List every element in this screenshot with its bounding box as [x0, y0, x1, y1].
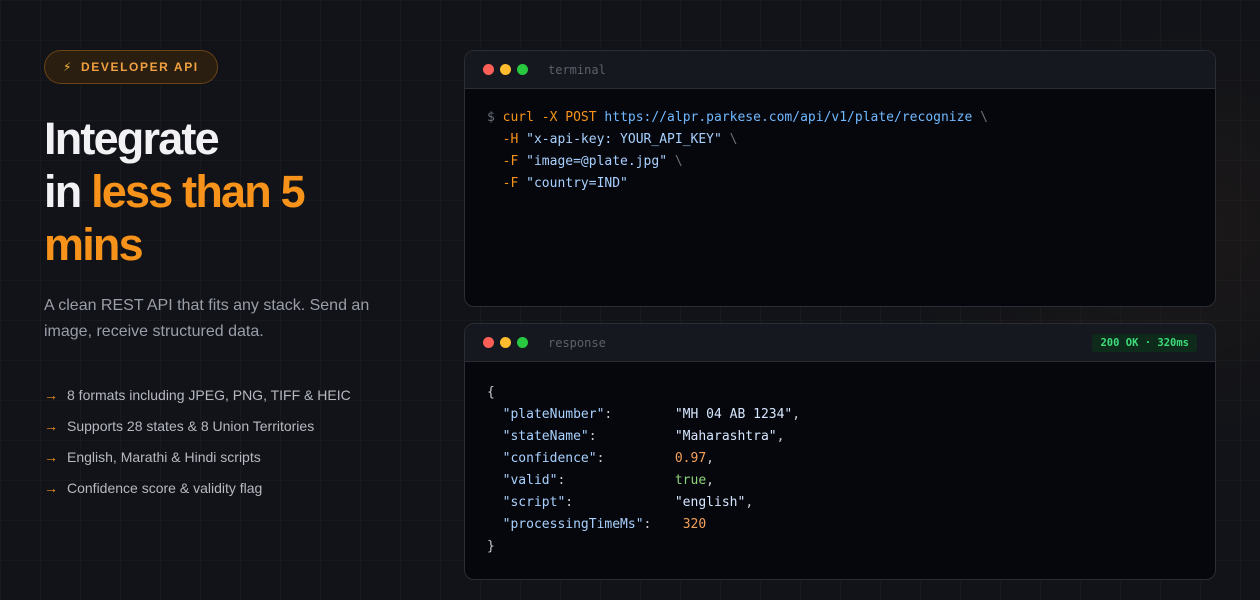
header-arg: "x-api-key: YOUR_API_KEY": [526, 132, 722, 147]
headline-line2-plain: in: [44, 166, 82, 217]
method-flag: -X: [541, 110, 558, 125]
feature-item: → Supports 28 states & 8 Union Territori…: [44, 410, 424, 441]
json-key: "plateNumber": [502, 407, 605, 422]
json-close-brace: }: [487, 539, 495, 554]
feature-item: → Confidence score & validity flag: [44, 472, 424, 503]
terminal-code[interactable]: $ curl -X POST https://alpr.parkese.com/…: [465, 89, 1215, 213]
feature-text: Supports 28 states & 8 Union Territories: [67, 417, 315, 434]
json-key: "script": [502, 495, 566, 510]
shell-prompt: $: [487, 110, 495, 125]
image-arg: "image=@plate.jpg": [526, 154, 668, 169]
response-title: response: [548, 335, 606, 350]
json-key: "valid": [502, 473, 558, 488]
response-json[interactable]: { "plateNumber": "MH 04 AB 1234", "state…: [465, 362, 1215, 576]
window-close-dot[interactable]: [483, 64, 494, 75]
json-key: "confidence": [502, 451, 597, 466]
api-url: https://alpr.parkese.com/api/v1/plate/re…: [604, 110, 973, 125]
arrow-right-icon: →: [44, 448, 58, 465]
window-maximize-dot[interactable]: [517, 64, 528, 75]
json-value: true: [674, 473, 707, 488]
feature-item: → 8 formats including JPEG, PNG, TIFF & …: [44, 379, 424, 410]
developer-api-badge: ⚡ DEVELOPER API: [44, 50, 218, 84]
json-open-brace: {: [487, 385, 495, 400]
country-arg: "country=IND": [526, 176, 628, 191]
terminal-title: terminal: [548, 62, 606, 77]
terminal-panel: terminal $ curl -X POST https://alpr.par…: [464, 50, 1216, 307]
feature-text: Confidence score & validity flag: [67, 479, 263, 496]
json-value: 320: [682, 517, 707, 532]
form-flag: -F: [502, 176, 519, 191]
header-flag: -H: [502, 132, 519, 147]
http-method: POST: [565, 110, 597, 125]
page-title: Integrate in less than 5 mins: [44, 112, 424, 271]
response-title-bar: response 200 OK · 320ms: [465, 324, 1215, 362]
json-value: 0.97: [674, 451, 707, 466]
arrow-right-icon: →: [44, 386, 58, 403]
feature-list: → 8 formats including JPEG, PNG, TIFF & …: [44, 379, 424, 503]
arrow-right-icon: →: [44, 417, 58, 434]
form-flag: -F: [502, 154, 519, 169]
feature-item: → English, Marathi & Hindi scripts: [44, 441, 424, 472]
curl-command: curl: [502, 110, 534, 125]
json-key: "stateName": [502, 429, 589, 444]
subtitle: A clean REST API that fits any stack. Se…: [44, 297, 370, 340]
json-key: "processingTimeMs": [502, 517, 644, 532]
hero-section: ⚡ DEVELOPER API Integrate in less than 5…: [44, 50, 424, 503]
json-value: "MH 04 AB 1234": [674, 407, 793, 422]
terminal-title-bar: terminal: [465, 51, 1215, 89]
json-value: "Maharashtra": [674, 429, 777, 444]
feature-text: 8 formats including JPEG, PNG, TIFF & HE…: [67, 386, 351, 403]
json-value: "english": [674, 495, 746, 510]
window-minimize-dot[interactable]: [500, 337, 511, 348]
line-continuation: \: [729, 132, 738, 147]
window-close-dot[interactable]: [483, 337, 494, 348]
badge-label: DEVELOPER API: [81, 60, 199, 74]
window-minimize-dot[interactable]: [500, 64, 511, 75]
headline-line3-accent: mins: [44, 219, 144, 270]
headline-line2-accent: less than 5: [91, 166, 306, 217]
arrow-right-icon: →: [44, 479, 58, 496]
lightning-icon: ⚡: [63, 60, 74, 74]
response-panel: response 200 OK · 320ms { "plateNumber":…: [464, 323, 1216, 580]
window-maximize-dot[interactable]: [517, 337, 528, 348]
status-badge: 200 OK · 320ms: [1092, 334, 1197, 352]
line-continuation: \: [674, 154, 683, 169]
headline-line1: Integrate: [44, 113, 220, 164]
feature-text: English, Marathi & Hindi scripts: [67, 448, 261, 465]
line-continuation: \: [980, 110, 988, 125]
